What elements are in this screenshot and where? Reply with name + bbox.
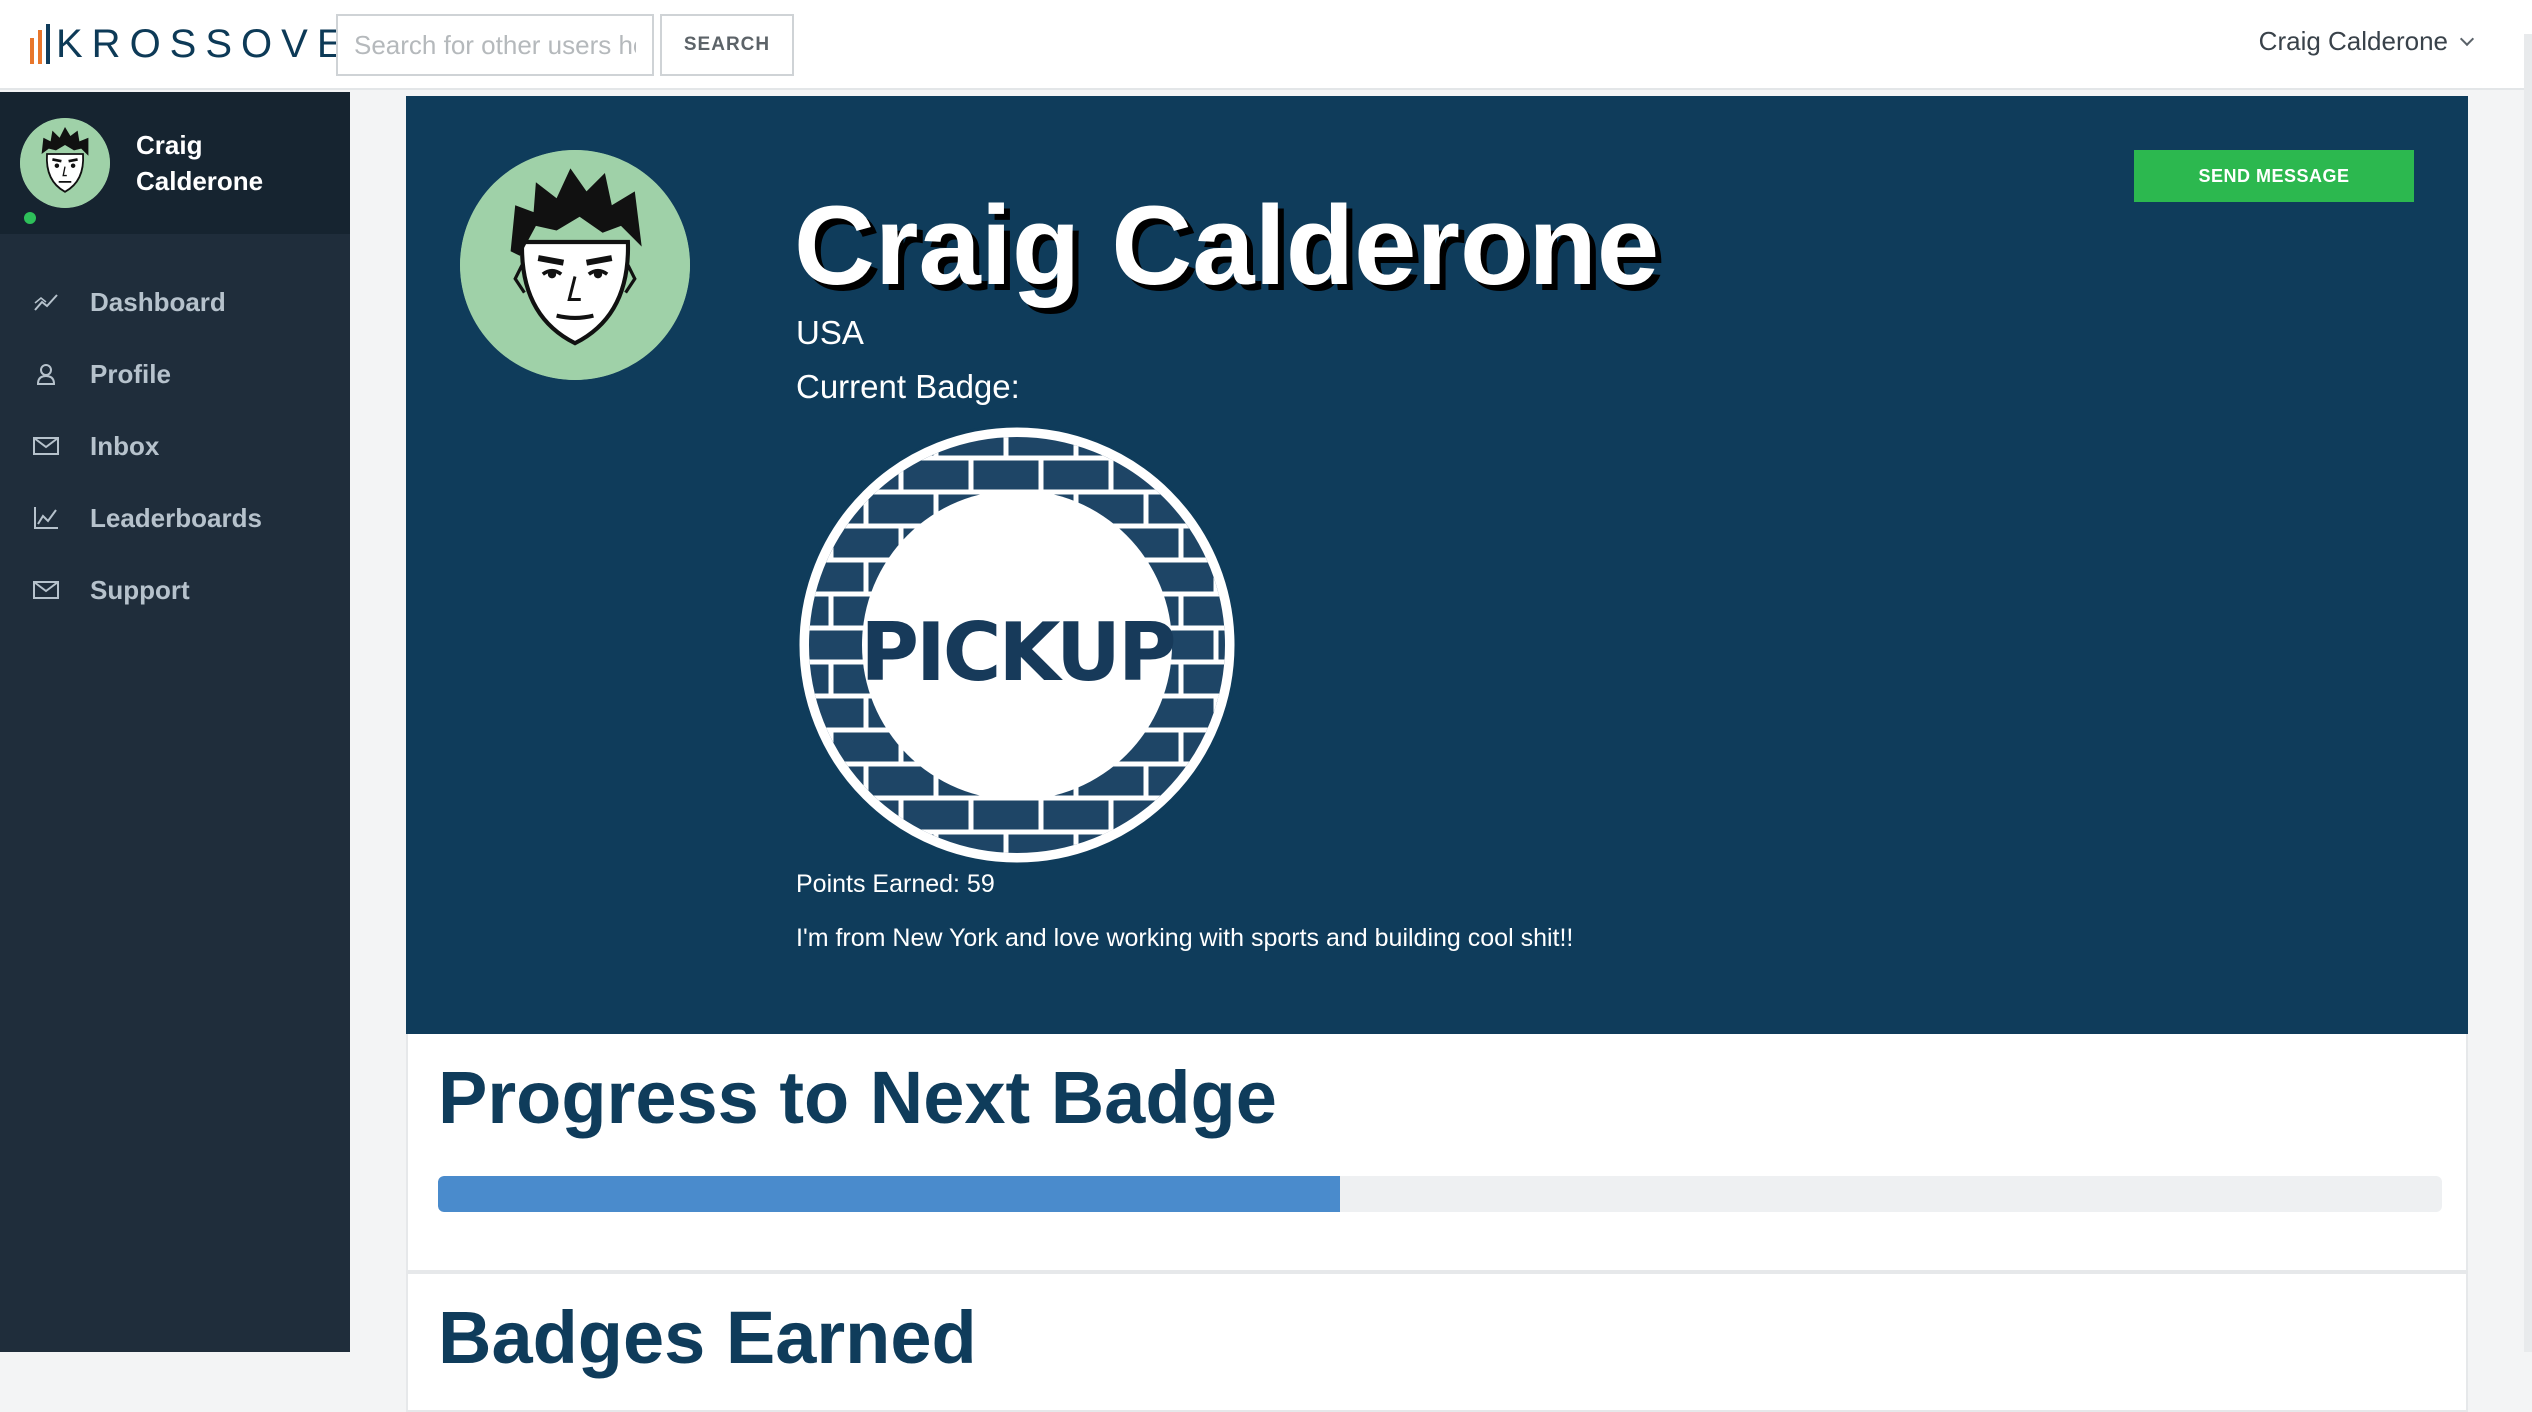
face-illustration-icon [20,118,110,208]
sidebar-item-label: Inbox [90,430,160,461]
sidebar-item-label: Leaderboards [90,502,262,533]
chevron-down-icon [2459,31,2475,46]
search-button[interactable]: SEARCH [660,14,794,76]
send-message-button[interactable]: SEND MESSAGE [2134,150,2414,202]
profile-hero: SEND MESSAGE Craig Calderone USA Current… [406,96,2468,1034]
sidebar-item-dashboard[interactable]: Dashboard [0,266,350,338]
user-menu-name: Craig Calderone [2258,26,2448,56]
user-menu[interactable]: Craig Calderone [2258,26,2475,57]
points-earned: Points Earned: 59 [796,870,995,898]
online-status-dot [22,210,38,226]
line-chart-icon [32,504,60,532]
scrollbar-track[interactable] [2524,34,2532,1352]
sidebar-item-label: Dashboard [90,286,226,317]
logo-bars-icon [30,24,50,64]
badges-earned-card: Badges Earned [406,1272,2468,1412]
sidebar-user-card: Craig Calderone [0,92,350,234]
top-bar: KROSSOVER SEARCH Craig Calderone [0,0,2532,90]
sidebar: Craig Calderone Dashboard Profile Inbox [0,92,350,1352]
progress-bar-fill [438,1176,1340,1212]
sidebar-user-name[interactable]: Craig Calderone [136,127,316,199]
badge-label: PICKUP [860,606,1174,699]
envelope-icon [32,576,60,604]
sidebar-item-label: Profile [90,358,171,389]
badges-earned-title: Badges Earned [438,1296,977,1379]
main-content: SEND MESSAGE Craig Calderone USA Current… [406,96,2468,1412]
progress-bar [438,1176,2442,1212]
sidebar-item-profile[interactable]: Profile [0,338,350,410]
current-badge-label: Current Badge: [796,368,1020,405]
sidebar-item-leaderboards[interactable]: Leaderboards [0,482,350,554]
profile-country: USA [796,314,864,351]
profile-bio: I'm from New York and love working with … [796,924,1574,952]
user-search-input[interactable] [336,14,654,76]
sidebar-avatar[interactable] [20,118,110,208]
face-illustration-icon [460,150,690,380]
progress-title: Progress to Next Badge [438,1056,1277,1139]
profile-avatar [460,150,690,380]
sidebar-item-label: Support [90,574,190,605]
sidebar-nav: Dashboard Profile Inbox Leaderboards Sup… [0,234,350,626]
trend-line-icon [32,288,60,316]
pickup-badge-icon: PICKUP [796,424,1238,866]
envelope-icon [32,432,60,460]
progress-card: Progress to Next Badge [406,1034,2468,1272]
profile-name: Craig Calderone [794,183,1660,308]
sidebar-item-inbox[interactable]: Inbox [0,410,350,482]
sidebar-item-support[interactable]: Support [0,554,350,626]
user-icon [32,360,60,388]
